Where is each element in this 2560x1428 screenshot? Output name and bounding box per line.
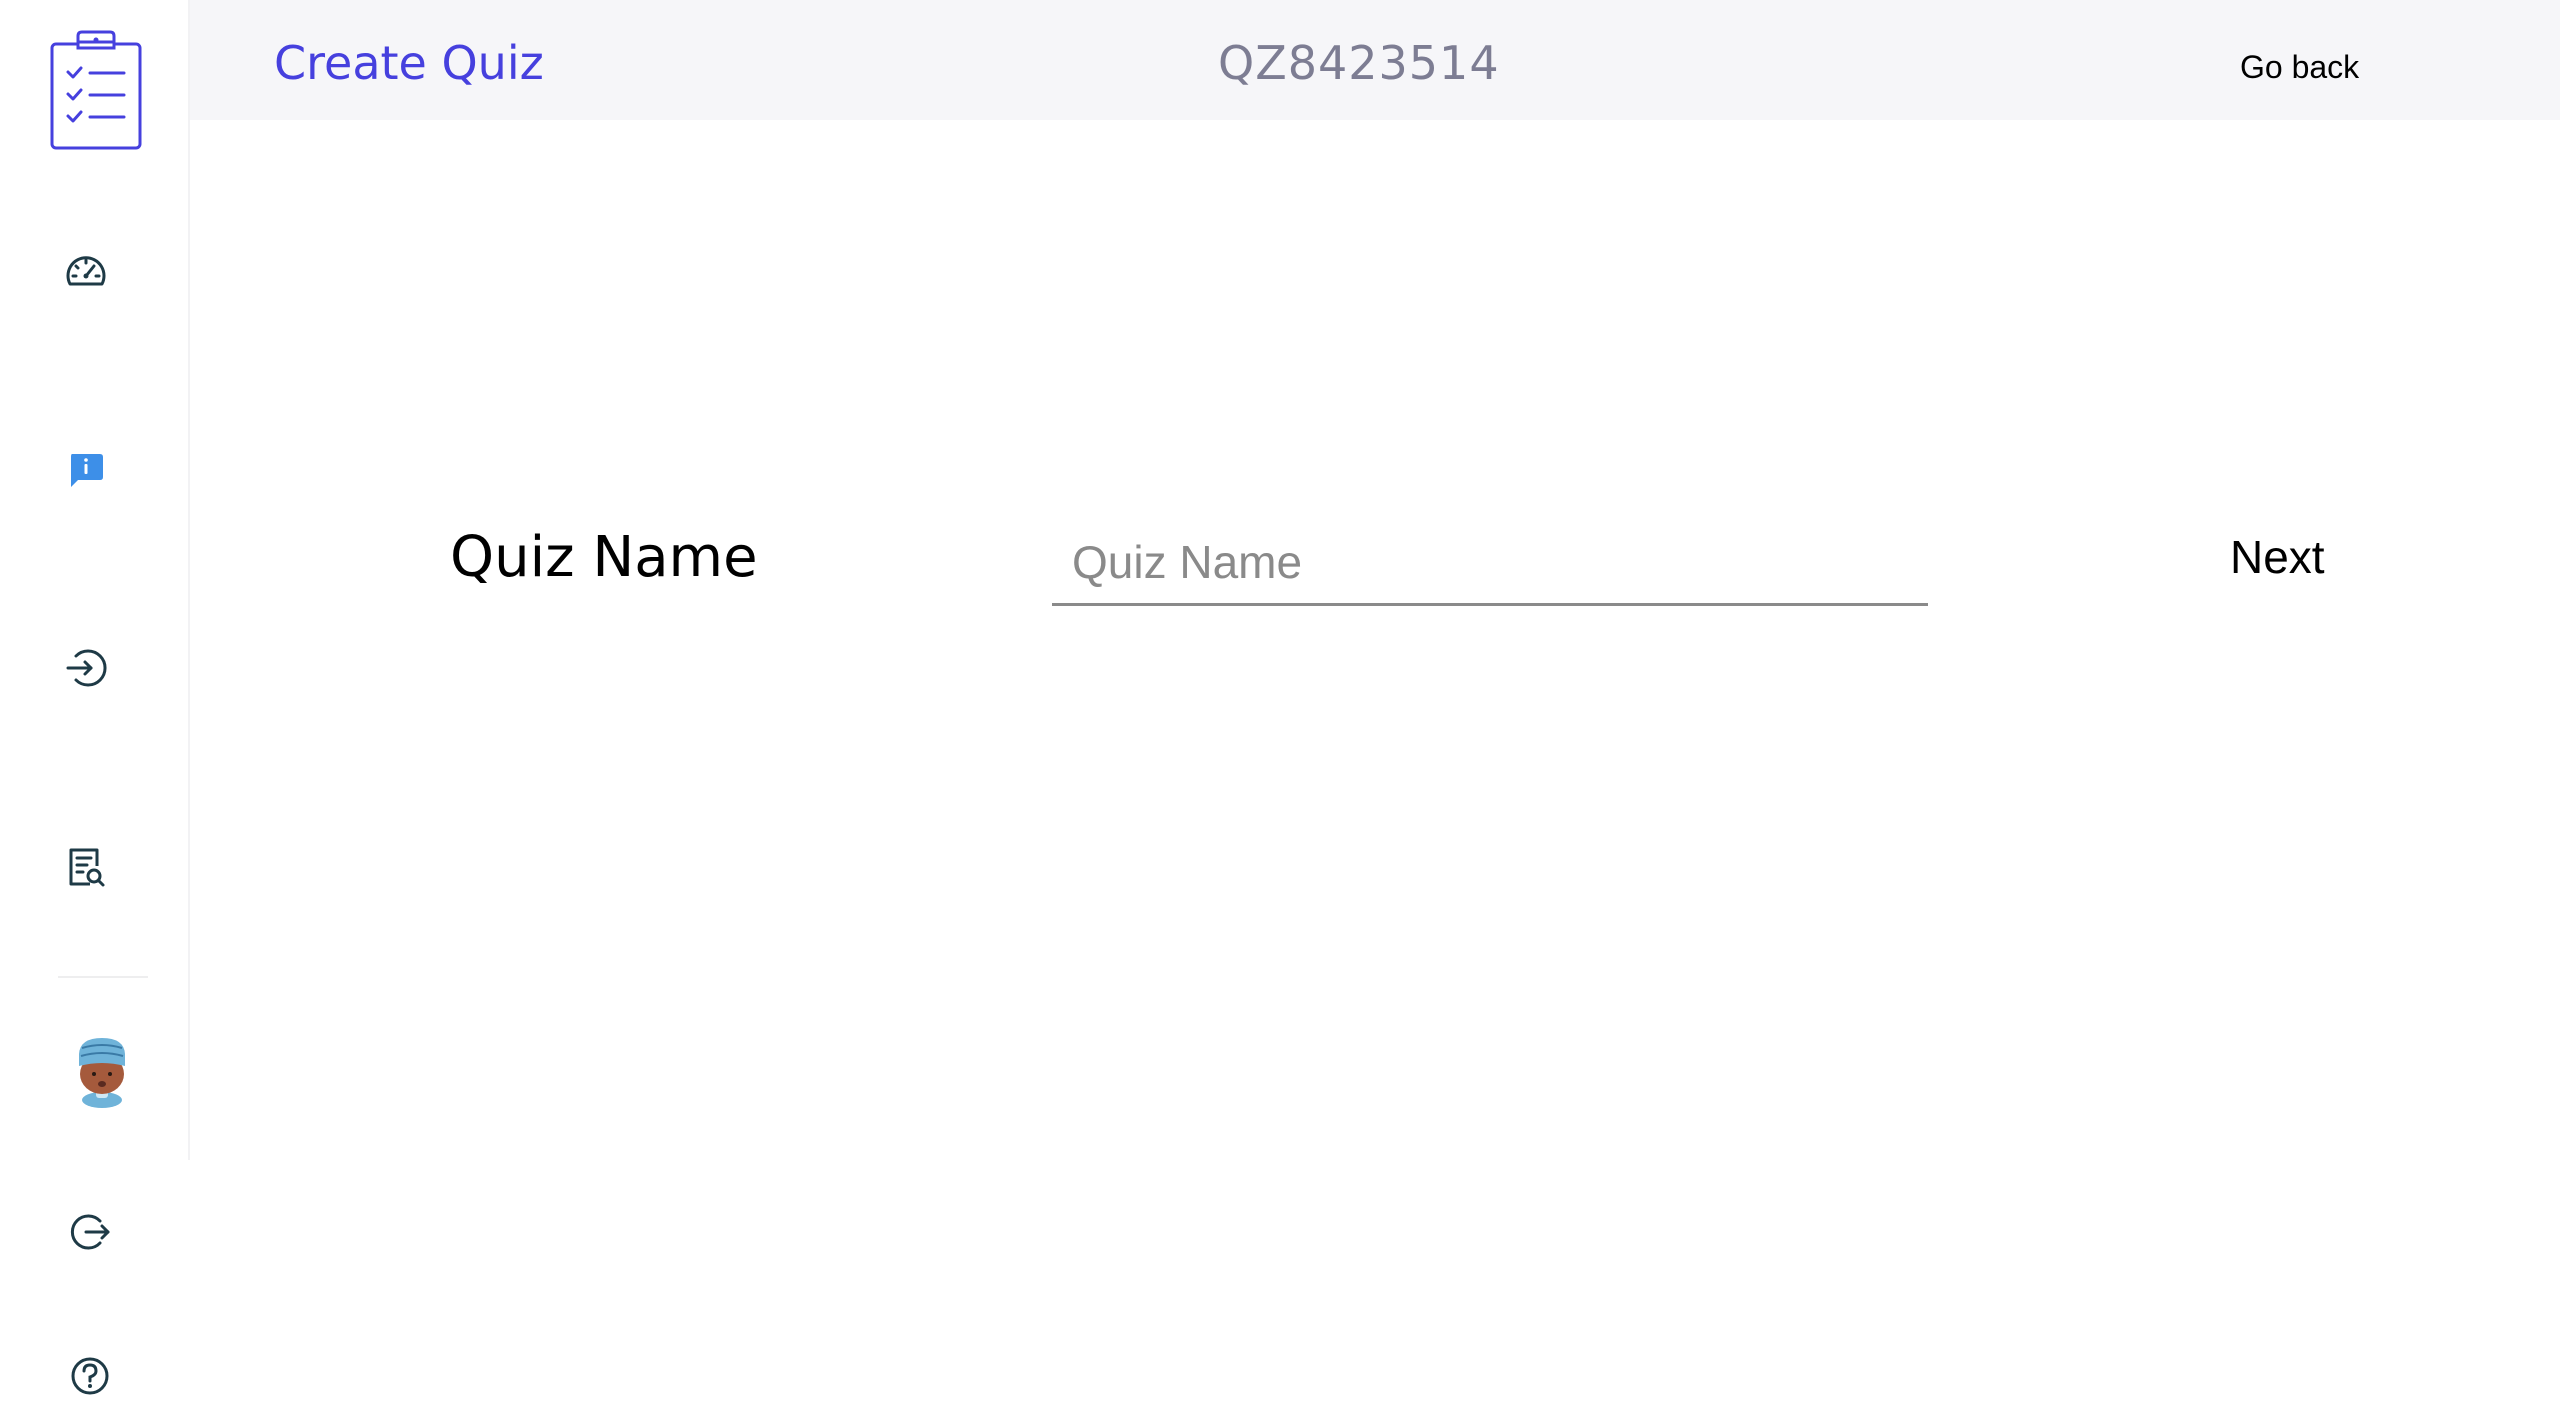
page: Create Quiz QZ8423514 Go back Quiz Name … [0,0,2560,1428]
dashboard-gauge-icon[interactable] [58,244,114,300]
user-avatar[interactable] [68,1030,136,1110]
sidebar-divider [58,976,148,978]
logout-icon[interactable] [62,1204,118,1260]
clipboard-checklist-icon[interactable] [48,28,144,152]
top-header: Create Quiz QZ8423514 Go back [190,0,2560,120]
quiz-name-input[interactable] [1052,520,1928,606]
next-button[interactable]: Next [2230,530,2325,585]
quiz-code: QZ8423514 [1218,36,1500,90]
quiz-name-label: Quiz Name [450,525,758,590]
join-enter-icon[interactable] [58,640,114,696]
go-back-button[interactable]: Go back [2240,48,2359,86]
page-title: Create Quiz [274,36,544,90]
info-message-icon[interactable] [60,444,112,496]
results-search-icon[interactable] [58,840,114,896]
help-icon[interactable] [62,1348,118,1404]
sidebar [0,0,190,1395]
